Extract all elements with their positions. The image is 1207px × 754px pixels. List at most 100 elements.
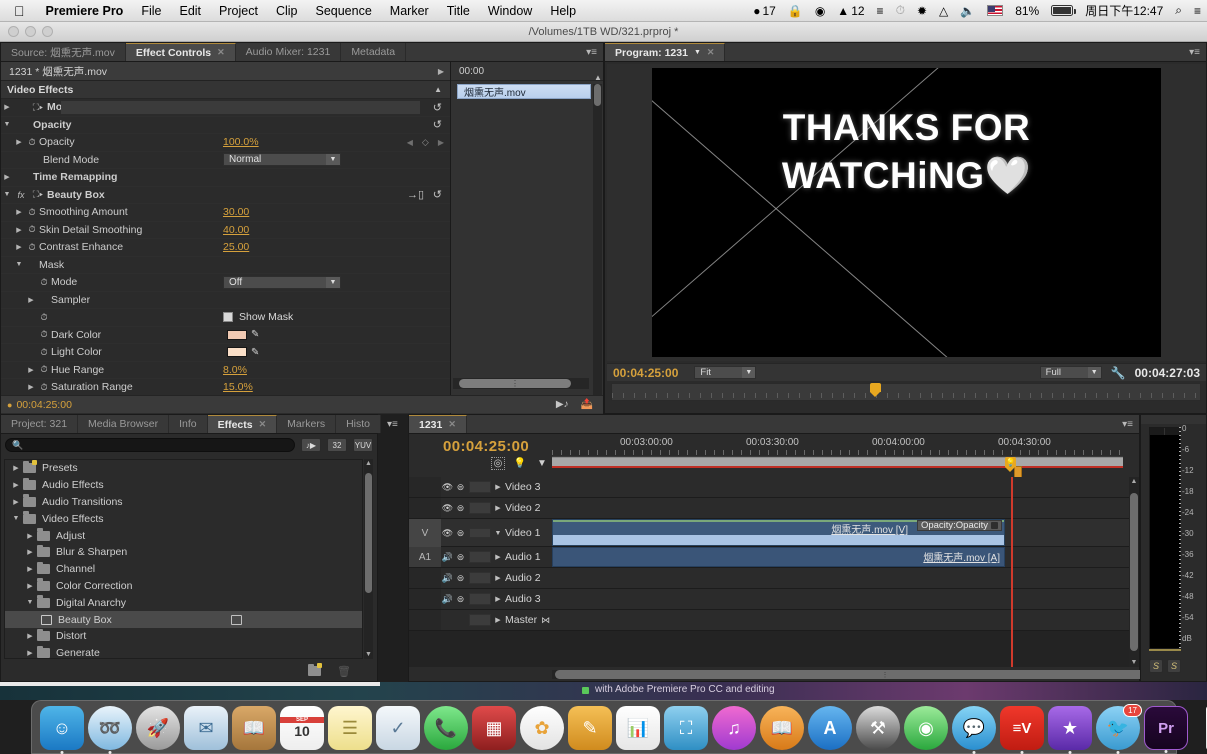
toggle-sync-lock-icon[interactable]: ⊜	[454, 573, 467, 584]
track-clips-audio-1[interactable]: 烟熏无声.mov [A]	[552, 547, 1139, 567]
timeline-clip-audio[interactable]: 烟熏无声.mov [A]	[552, 547, 1005, 567]
calendar-icon[interactable]: SEP 10	[280, 706, 324, 750]
property-row-skin-detail-smoothing[interactable]: ▶ ⏱ Skin Detail Smoothing 40.00	[1, 222, 450, 239]
toggle-sync-lock-icon[interactable]: ⊜	[454, 528, 467, 539]
marker-icon[interactable]: 💡	[513, 457, 527, 470]
bluetooth-icon[interactable]: ✹	[911, 4, 933, 18]
track-clips-video-3[interactable]	[552, 477, 1139, 497]
circle-icon[interactable]: ◉	[809, 4, 831, 18]
effects-tree-item-audio-effects[interactable]: ▶ Audio Effects	[5, 477, 362, 494]
program-monitor-video[interactable]: THANKS FOR WATCHiNG🤍	[652, 68, 1161, 357]
chevron-down-icon[interactable]	[991, 522, 998, 529]
playback-resolution-dropdown[interactable]: Full ▼	[1039, 366, 1102, 379]
appstore-icon[interactable]: A	[808, 706, 852, 750]
chevron-down-icon[interactable]: ▼	[694, 49, 701, 56]
panel-menu-icon[interactable]: ▾≡	[1183, 43, 1206, 61]
property-row-motion[interactable]: ▶ ⛶▸ Motion ↺	[1, 99, 450, 117]
us-flag-icon[interactable]	[981, 5, 1009, 16]
tab-effect-controls[interactable]: Effect Controls ✕	[125, 43, 236, 61]
chevron-right-icon[interactable]: ▶	[25, 296, 37, 304]
prev-keyframe-icon[interactable]: ◀	[407, 138, 413, 147]
stopwatch-icon[interactable]: ⏱	[25, 224, 39, 235]
program-monitor-ruler[interactable]	[611, 383, 1201, 401]
effect-controls-vertical-scrollbar[interactable]: ▲	[593, 73, 602, 408]
chevron-down-icon[interactable]: ▼	[364, 651, 373, 658]
menu-sequence[interactable]: Sequence	[306, 4, 380, 18]
tab-audio-mixer[interactable]: Audio Mixer: 1231	[235, 43, 342, 61]
mask-mode-dropdown[interactable]: Off ▼	[223, 275, 341, 289]
timeline-vertical-scrollbar[interactable]: ▲ ▼	[1129, 477, 1139, 667]
blend-mode-dropdown[interactable]: Normal ▼	[223, 153, 341, 167]
chevron-down-icon[interactable]: ▼	[1, 121, 13, 128]
show-mask-checkbox[interactable]	[223, 312, 233, 323]
transform-icon[interactable]: ⛶▸	[29, 102, 47, 113]
source-patch[interactable]	[409, 477, 441, 497]
property-value[interactable]: 15.0%	[223, 381, 253, 393]
effects-tree-item-video-effects[interactable]: ▼ Video Effects	[5, 510, 362, 527]
photos-icon[interactable]: ✿	[520, 706, 564, 750]
chevron-right-icon[interactable]: ▶	[13, 138, 25, 146]
facetime-icon[interactable]: 📞	[424, 706, 468, 750]
timeline-header-icons[interactable]: ◎ 💡 ▼	[491, 457, 549, 470]
notes-icon[interactable]: ☰	[328, 706, 372, 750]
effects-tree-item-digital-anarchy[interactable]: ▼ Digital Anarchy	[5, 594, 362, 611]
source-patch[interactable]	[409, 568, 441, 588]
property-row-smoothing-amount[interactable]: ▶ ⏱ Smoothing Amount 30.00	[1, 204, 450, 222]
stopwatch-icon[interactable]: ⏱	[37, 277, 51, 288]
finder-icon[interactable]: ☺	[40, 706, 84, 754]
add-marker-icon[interactable]: ▼	[535, 457, 549, 470]
toggle-track-lock-icon[interactable]	[469, 528, 491, 538]
clip-keyframe-selector[interactable]: Opacity:Opacity	[916, 520, 1002, 531]
reminders-icon[interactable]: ✓	[376, 706, 420, 750]
track-row-audio-1[interactable]: A1 🔊 ⊜ ▶ Audio 1 烟熏无声.mov [A]	[409, 547, 1139, 568]
program-monitor-panel[interactable]: Program: 1231 ▼ ✕ ▾≡ THANKS FOR WATCHiNG…	[604, 42, 1207, 455]
contacts-icon[interactable]: 📖	[232, 706, 276, 750]
source-patch[interactable]	[409, 589, 441, 609]
chevron-right-icon[interactable]: ▶	[25, 366, 37, 374]
source-patch[interactable]: V	[409, 519, 441, 547]
menu-project[interactable]: Project	[210, 4, 267, 18]
chevron-up-icon[interactable]: ▲	[364, 460, 373, 467]
toggle-track-output-icon[interactable]: 👁	[441, 503, 454, 514]
reset-icon[interactable]: ↺	[433, 118, 442, 131]
spotlight-search-icon[interactable]: ⌕	[1169, 3, 1188, 18]
toggle-sync-lock-icon[interactable]: ⊜	[454, 552, 467, 563]
close-icon[interactable]: ✕	[707, 47, 715, 58]
stopwatch-icon[interactable]: ⏱	[37, 382, 51, 393]
timeline-playhead-marker[interactable]: 💡	[1005, 457, 1017, 472]
chevron-right-icon[interactable]: ▶	[13, 243, 25, 251]
toggle-track-mute-icon[interactable]: 🔊	[441, 552, 454, 563]
evernote-icon[interactable]: ≡V	[1000, 706, 1044, 754]
tab-program-monitor[interactable]: Program: 1231 ▼ ✕	[605, 43, 726, 61]
chevron-down-icon[interactable]: ▼	[13, 261, 25, 268]
effect-controls-panel[interactable]: Source: 烟熏无声.mov Effect Controls ✕ Audio …	[0, 42, 604, 414]
chevron-right-icon[interactable]: ▶	[438, 67, 444, 76]
property-row-mask-mode[interactable]: ▶ ⏱ Mode Off ▼	[1, 274, 450, 292]
track-header-video-3[interactable]: 👁 ⊜ ▶ Video 3	[409, 477, 552, 497]
adobe-cc-icon[interactable]: ▲ 12	[831, 4, 870, 18]
timeline-panel[interactable]: 1231 ✕ ▾≡ 00:04:25:00 ◎ 💡 ▼ 00:03:00:00 …	[408, 414, 1207, 682]
stopwatch-icon[interactable]: ⏱	[37, 347, 51, 358]
property-row-blend-mode[interactable]: ▶ Blend Mode Normal ▼	[1, 152, 450, 169]
video-effects-section-header[interactable]: Video Effects ▲	[1, 81, 450, 99]
audio-meter-solo-buttons[interactable]: S S	[1149, 659, 1181, 673]
chevron-down-icon[interactable]: ▼	[326, 276, 340, 288]
effects-tree-item-distort[interactable]: ▶ Distort	[5, 628, 362, 645]
track-row-video-2[interactable]: 👁 ⊜ ▶ Video 2	[409, 498, 1139, 519]
property-row-opacity-group[interactable]: ▼ Opacity ↺	[1, 117, 450, 134]
tab-sequence-1231[interactable]: 1231 ✕	[409, 415, 467, 433]
effects-vertical-scrollbar[interactable]: ▲ ▼	[364, 459, 373, 659]
add-keyframe-icon[interactable]: ◇	[422, 137, 429, 148]
track-header-audio-2[interactable]: 🔊 ⊜ ▶ Audio 2	[409, 568, 552, 588]
chevron-right-icon[interactable]: ▶	[23, 582, 37, 590]
ibooks-icon[interactable]: 📖	[760, 706, 804, 750]
effects-tree-item-channel[interactable]: ▶ Channel	[5, 561, 362, 578]
effects-tree-item-adjust[interactable]: ▶ Adjust	[5, 527, 362, 544]
effect-controls-properties[interactable]: 1231 * 烟熏无声.mov ▶ Video Effects ▲ ▶ ⛶▸ M…	[1, 62, 451, 414]
scrollbar-thumb[interactable]: ⋮	[555, 670, 1207, 679]
track-row-video-1[interactable]: V 👁 ⊜ ▼ Video 1 ▣ ▲ ◇	[409, 519, 1139, 559]
timeline-tabstrip[interactable]: 1231 ✕ ▾≡	[409, 415, 1139, 434]
effect-controls-status-buttons[interactable]: ▶♪ 📤	[556, 399, 603, 410]
keyframe-navigator[interactable]: ◀ ◇ ▶	[407, 137, 444, 148]
apple-menu-icon[interactable]: 	[0, 4, 37, 18]
